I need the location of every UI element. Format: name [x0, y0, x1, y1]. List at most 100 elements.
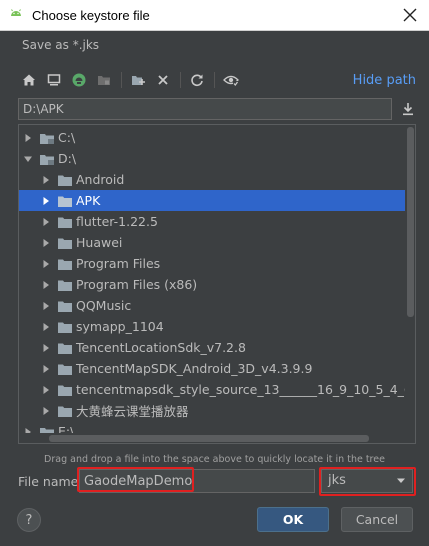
folder-icon	[57, 362, 73, 376]
toolbar	[18, 69, 245, 91]
help-button[interactable]: ?	[17, 508, 41, 532]
tree-row[interactable]: Program Files (x86)	[19, 274, 405, 295]
new-folder-button[interactable]	[127, 69, 149, 91]
vertical-scrollbar[interactable]	[405, 125, 415, 443]
drag-drop-hint: Drag and drop a file into the space abov…	[44, 454, 385, 465]
refresh-icon	[191, 74, 203, 87]
expand-arrow-down-icon[interactable]	[23, 154, 33, 164]
expand-arrow-right-icon[interactable]	[41, 343, 51, 353]
folder-icon	[57, 383, 73, 397]
folder-icon	[57, 194, 73, 208]
file-name-input[interactable]	[79, 469, 315, 493]
tree-row[interactable]: TencentMapSDK_Android_3D_v4.3.9.9	[19, 358, 405, 379]
folder-icon	[57, 215, 73, 229]
tree-row[interactable]: tencentmapsdk_style_source_13______16_9_…	[19, 379, 415, 400]
folder-icon	[57, 320, 73, 334]
tree-row[interactable]: QQMusic	[19, 295, 405, 316]
window-title: Choose keystore file	[32, 7, 150, 23]
cancel-button[interactable]: Cancel	[341, 507, 413, 532]
expand-arrow-right-icon[interactable]	[41, 259, 51, 269]
file-name-label: File name:	[18, 474, 83, 489]
tree-row-label: 大黄蜂云课堂播放器	[76, 404, 189, 419]
expand-arrow-right-icon[interactable]	[41, 175, 51, 185]
tree-row[interactable]: Android	[19, 169, 405, 190]
show-hidden-button[interactable]	[220, 69, 242, 91]
module-folder-icon	[98, 76, 110, 85]
tree-row-label: Program Files (x86)	[76, 277, 198, 292]
folder-icon	[57, 299, 73, 313]
path-download-button[interactable]	[398, 98, 418, 120]
tree-row-label: flutter-1.22.5	[76, 214, 158, 229]
ok-button[interactable]: OK	[257, 507, 329, 532]
drive-icon	[39, 152, 55, 166]
tree-row-label: symapp_1104	[76, 319, 164, 334]
toolbar-separator	[121, 72, 122, 88]
tree-row[interactable]: Program Files	[19, 253, 405, 274]
tree-row-label: Android	[76, 172, 125, 187]
tree-row-label: TencentLocationSdk_v7.2.8	[76, 340, 246, 355]
home-icon	[23, 74, 35, 86]
extension-selected: jks	[328, 473, 346, 488]
tree-row[interactable]: D:\	[19, 148, 405, 169]
expand-arrow-right-icon[interactable]	[41, 301, 51, 311]
expand-arrow-right-icon[interactable]	[41, 385, 51, 395]
android-project-button[interactable]	[68, 69, 90, 91]
path-field[interactable]: D:\APK	[18, 98, 392, 120]
android-project-icon	[72, 73, 86, 87]
close-icon	[403, 8, 417, 22]
tree-row-label: Program Files	[76, 256, 161, 271]
dialog-subtitle: Save as *.jks	[22, 38, 100, 52]
refresh-button[interactable]	[186, 69, 208, 91]
horizontal-scrollbar-thumb[interactable]	[49, 435, 369, 442]
expand-arrow-right-icon[interactable]	[23, 133, 33, 143]
delete-button[interactable]	[152, 69, 174, 91]
tree-row-label: Huawei	[76, 235, 123, 250]
expand-arrow-right-icon[interactable]	[41, 196, 51, 206]
delete-icon	[158, 75, 168, 85]
expand-arrow-right-icon[interactable]	[41, 406, 51, 416]
tree-row-label: TencentMapSDK_Android_3D_v4.3.9.9	[76, 361, 313, 376]
folder-icon	[57, 404, 73, 418]
tree-row[interactable]: C:\	[19, 127, 405, 148]
module-folder-button[interactable]	[93, 69, 115, 91]
folder-icon	[57, 173, 73, 187]
desktop-button[interactable]	[43, 69, 65, 91]
expand-arrow-right-icon[interactable]	[41, 238, 51, 248]
expand-arrow-right-icon[interactable]	[41, 217, 51, 227]
tree-row[interactable]: flutter-1.22.5	[19, 211, 405, 232]
folder-icon	[57, 236, 73, 250]
home-button[interactable]	[18, 69, 40, 91]
expand-arrow-right-icon[interactable]	[41, 280, 51, 290]
title-bar: Choose keystore file	[0, 0, 429, 31]
tree-row-label: C:\	[58, 130, 76, 145]
tree-row-label: APK	[76, 193, 101, 208]
android-icon	[11, 9, 21, 16]
tree-row[interactable]: APK	[19, 190, 405, 211]
toolbar-separator	[180, 72, 181, 88]
show-hidden-icon	[223, 75, 239, 87]
folder-icon	[57, 278, 73, 292]
folder-icon	[57, 257, 73, 271]
new-folder-icon	[132, 76, 145, 85]
close-button[interactable]	[399, 4, 421, 26]
download-icon	[403, 103, 413, 116]
folder-icon	[57, 341, 73, 355]
vertical-scrollbar-thumb[interactable]	[407, 127, 414, 317]
drive-icon	[39, 131, 55, 145]
tree-row[interactable]: symapp_1104	[19, 316, 405, 337]
expand-arrow-right-icon[interactable]	[41, 322, 51, 332]
tree-row-label: tencentmapsdk_style_source_13______16_9_…	[76, 382, 415, 397]
desktop-icon	[47, 74, 61, 86]
tree-row-label: QQMusic	[76, 298, 132, 313]
tree-row[interactable]: TencentLocationSdk_v7.2.8	[19, 337, 405, 358]
extension-dropdown[interactable]: jks	[321, 469, 413, 493]
tree-row-label: D:\	[58, 151, 77, 166]
expand-arrow-right-icon[interactable]	[41, 364, 51, 374]
hide-path-link[interactable]: Hide path	[353, 73, 416, 88]
horizontal-scrollbar[interactable]	[19, 433, 405, 443]
toolbar-separator	[214, 72, 215, 88]
chevron-down-icon	[397, 478, 405, 483]
tree-row[interactable]: Huawei	[19, 232, 405, 253]
tree-row[interactable]: 大黄蜂云课堂播放器	[19, 400, 405, 421]
file-tree[interactable]: C:\ D:\ Android APK flutter-1.22.5 Huawei Prog…	[18, 124, 416, 444]
